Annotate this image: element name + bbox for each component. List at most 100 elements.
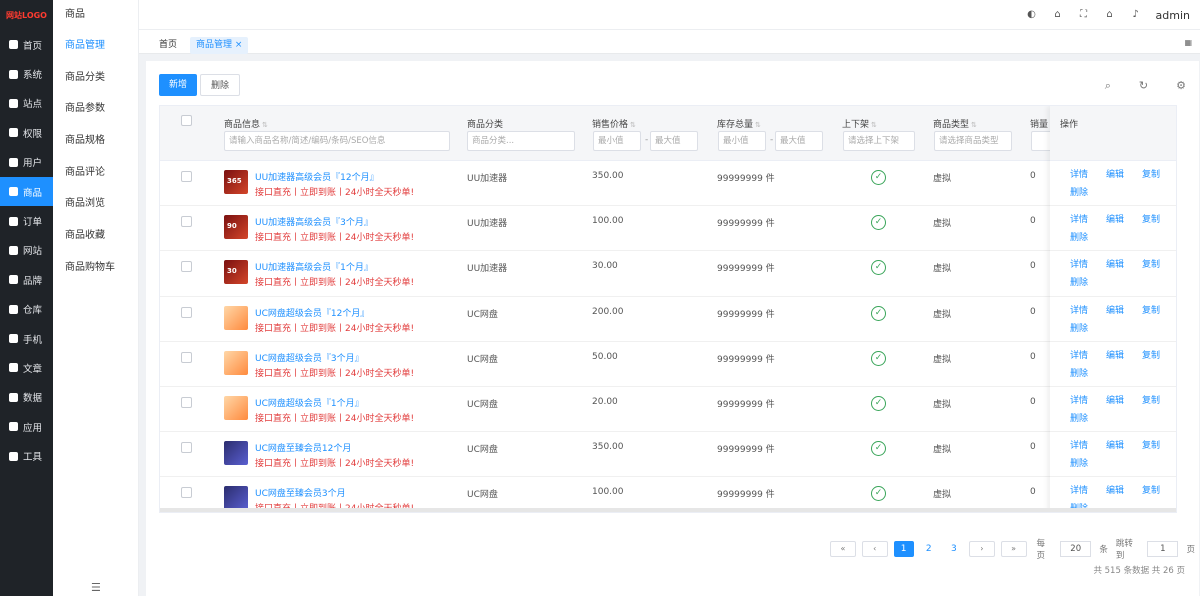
delete-link[interactable]: 删除	[1070, 456, 1088, 469]
row-checkbox[interactable]	[181, 442, 192, 454]
edit-link[interactable]: 编辑	[1106, 438, 1124, 451]
bank-icon[interactable]: ⌂	[1052, 9, 1064, 21]
detail-link[interactable]: 详情	[1070, 257, 1088, 270]
rail-item-1[interactable]: 系统	[0, 59, 53, 88]
rail-item-0[interactable]: 首页	[0, 30, 53, 59]
price-min-input[interactable]: 最小值	[593, 131, 641, 151]
rail-item-2[interactable]: 站点	[0, 89, 53, 118]
header-type[interactable]: 商品类型	[933, 120, 969, 130]
page-3-button[interactable]: 3	[944, 541, 964, 557]
on-shelf-check-icon[interactable]: ✓	[871, 305, 886, 321]
select-all-checkbox[interactable]	[181, 115, 192, 126]
product-thumbnail[interactable]	[224, 305, 248, 330]
table-row[interactable]: UC网盘超级会员『12个月』 接口直充丨立即到账丨24小时全天秒单! UC网盘 200…	[160, 296, 1176, 342]
table-row[interactable]: UC网盘至臻会员12个月 接口直充丨立即到账丨24小时全天秒单! UC网盘 350.0…	[160, 432, 1176, 478]
rail-item-12[interactable]: 数据	[0, 383, 53, 412]
edit-link[interactable]: 编辑	[1106, 393, 1124, 406]
delete-link[interactable]: 删除	[1070, 275, 1088, 288]
delete-link[interactable]: 删除	[1070, 411, 1088, 424]
product-thumbnail[interactable]	[224, 396, 248, 420]
stock-max-input[interactable]: 最大值	[775, 131, 823, 151]
copy-link[interactable]: 复制	[1142, 483, 1160, 496]
row-checkbox[interactable]	[181, 306, 192, 318]
row-checkbox[interactable]	[181, 351, 192, 363]
row-checkbox[interactable]	[181, 397, 192, 408]
per-page-input[interactable]: 20	[1060, 541, 1092, 557]
copy-link[interactable]: 复制	[1142, 167, 1160, 180]
product-thumbnail[interactable]: 90	[224, 215, 248, 240]
shelf-filter-select[interactable]: 请选择上下架	[843, 131, 915, 151]
header-info[interactable]: 商品信息	[224, 120, 260, 130]
edit-link[interactable]: 编辑	[1106, 303, 1124, 316]
home-icon[interactable]: ⌂	[1104, 9, 1116, 21]
product-name-link[interactable]: UC网盘超级会员『12个月』	[255, 306, 369, 319]
price-max-input[interactable]: 最大值	[650, 131, 698, 151]
edit-link[interactable]: 编辑	[1106, 167, 1124, 180]
rail-item-5[interactable]: 商品	[0, 176, 53, 207]
site-logo[interactable]: 网站 LOGO	[0, 0, 53, 30]
tab-home[interactable]: 首页	[153, 37, 183, 54]
submenu-item-3[interactable]: 商品规格	[53, 125, 138, 157]
detail-link[interactable]: 详情	[1070, 438, 1088, 451]
copy-link[interactable]: 复制	[1142, 348, 1160, 361]
rail-item-4[interactable]: 用户	[0, 148, 53, 177]
copy-link[interactable]: 复制	[1142, 438, 1160, 451]
product-thumbnail[interactable]	[224, 350, 248, 375]
product-name-link[interactable]: UU加速器高级会员『3个月』	[255, 215, 373, 228]
last-page-button[interactable]: »	[1000, 541, 1027, 557]
detail-link[interactable]: 详情	[1070, 167, 1088, 180]
copy-link[interactable]: 复制	[1142, 257, 1160, 270]
copy-link[interactable]: 复制	[1142, 393, 1160, 406]
tabs-menu-icon[interactable]: ▦	[1184, 38, 1192, 47]
submenu-item-1[interactable]: 商品分类	[53, 62, 138, 94]
row-checkbox[interactable]	[181, 261, 192, 273]
header-stock[interactable]: 库存总量	[717, 120, 753, 130]
table-row[interactable]: UC网盘超级会员『3个月』 接口直充丨立即到账丨24小时全天秒单! UC网盘 50.0…	[160, 341, 1176, 387]
copy-link[interactable]: 复制	[1142, 303, 1160, 316]
on-shelf-check-icon[interactable]: ✓	[871, 396, 886, 411]
on-shelf-check-icon[interactable]: ✓	[871, 441, 886, 457]
table-row[interactable]: 365 UU加速器高级会员『12个月』 接口直充丨立即到账丨24小时全天秒单! UU加…	[160, 161, 1176, 207]
delete-button[interactable]: 删除	[200, 74, 241, 96]
copy-link[interactable]: 复制	[1142, 212, 1160, 225]
product-name-link[interactable]: UU加速器高级会员『1个月』	[255, 260, 373, 273]
sort-icon[interactable]: ⇅	[871, 121, 877, 129]
product-thumbnail[interactable]	[224, 486, 248, 511]
page-1-button[interactable]: 1	[893, 541, 914, 557]
product-thumbnail[interactable]: 365	[224, 170, 248, 194]
prev-page-button[interactable]: ‹	[861, 541, 888, 557]
row-checkbox[interactable]	[181, 487, 192, 499]
fullscreen-icon[interactable]: ⛶	[1078, 9, 1090, 21]
detail-link[interactable]: 详情	[1070, 348, 1088, 361]
on-shelf-check-icon[interactable]: ✓	[871, 215, 886, 231]
add-button[interactable]: 新增	[159, 74, 198, 96]
product-thumbnail[interactable]	[224, 441, 248, 466]
sort-icon[interactable]: ⇅	[971, 121, 977, 129]
table-row[interactable]: UC网盘超级会员『1个月』 接口直充丨立即到账丨24小时全天秒单! UC网盘 20.0…	[160, 387, 1176, 433]
sort-icon[interactable]: ⇅	[262, 121, 268, 129]
rail-item-9[interactable]: 仓库	[0, 295, 53, 324]
product-name-link[interactable]: UC网盘超级会员『3个月』	[255, 351, 364, 364]
edit-link[interactable]: 编辑	[1106, 257, 1124, 270]
rail-item-3[interactable]: 权限	[0, 118, 53, 147]
submenu-item-0[interactable]: 商品管理	[53, 30, 138, 62]
tab-goods-manage[interactable]: 商品管理 ×	[190, 37, 249, 54]
type-filter-select[interactable]: 请选择商品类型	[934, 131, 1012, 151]
first-page-button[interactable]: «	[830, 541, 856, 557]
collapse-menu-icon[interactable]: ☰	[91, 581, 101, 594]
stock-min-input[interactable]: 最小值	[718, 131, 766, 151]
horizontal-scrollbar[interactable]	[160, 508, 1176, 512]
submenu-item-6[interactable]: 商品收藏	[53, 220, 138, 252]
search-icon[interactable]: ⌕	[1105, 79, 1111, 93]
rail-item-6[interactable]: 订单	[0, 206, 53, 235]
rail-item-8[interactable]: 品牌	[0, 265, 53, 294]
table-row[interactable]: 90 UU加速器高级会员『3个月』 接口直充丨立即到账丨24小时全天秒单! UU加速器…	[160, 206, 1176, 252]
product-name-link[interactable]: UC网盘至臻会员12个月	[255, 441, 351, 454]
rail-item-13[interactable]: 应用	[0, 412, 53, 441]
header-shelf[interactable]: 上下架	[842, 120, 869, 130]
delete-link[interactable]: 删除	[1070, 185, 1088, 198]
edit-link[interactable]: 编辑	[1106, 348, 1124, 361]
user-menu[interactable]: admin	[1156, 9, 1190, 22]
header-price[interactable]: 销售价格	[592, 120, 628, 130]
settings-icon[interactable]: ⚙	[1176, 79, 1186, 93]
